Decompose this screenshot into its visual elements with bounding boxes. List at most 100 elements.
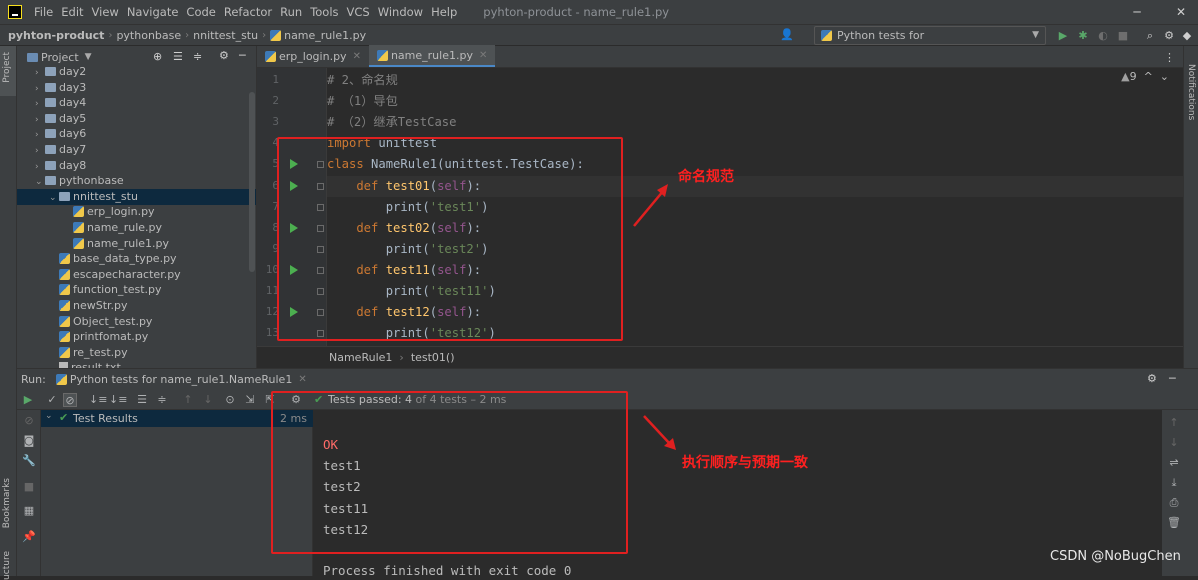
previous-test-icon[interactable]: ↑ [181, 393, 195, 407]
menu-item[interactable]: File [30, 0, 57, 24]
menu-item[interactable]: Run [276, 0, 306, 24]
rerun-icon[interactable]: ▶ [21, 393, 35, 407]
stop-run-icon[interactable]: ⊘ [22, 414, 36, 428]
scroll-down-icon[interactable]: ↓ [1167, 436, 1181, 450]
run-tab-label[interactable]: Python tests for name_rule1.NameRule1 [70, 373, 293, 386]
more-tabs-icon[interactable]: ⋮ [1164, 51, 1175, 64]
project-tree-item[interactable]: › day4 [17, 95, 256, 112]
project-tree-item[interactable]: › day6 [17, 126, 256, 143]
project-tree-item[interactable]: ⌄ nnittest_stu [17, 188, 256, 206]
menu-item[interactable]: Navigate [123, 0, 183, 24]
chevron-right-icon[interactable]: › [35, 143, 45, 159]
project-tree-item[interactable]: › day3 [17, 80, 256, 97]
breadcrumb-project[interactable]: pyhton-product [0, 29, 108, 42]
history-icon[interactable]: ⊙ [223, 393, 237, 407]
project-tree-item[interactable]: › day5 [17, 111, 256, 128]
run-icon[interactable]: ▶ [1056, 29, 1070, 43]
project-tree-item[interactable]: base_data_type.py [17, 251, 256, 267]
tab-erp-login[interactable]: erp_login.py ✕ [257, 45, 369, 67]
menu-item[interactable]: Tools [306, 0, 342, 24]
locate-icon[interactable]: ⊕ [153, 50, 162, 63]
stop-square-icon[interactable]: ■ [22, 480, 36, 494]
close-icon[interactable]: ✕ [1164, 0, 1198, 24]
close-tab-icon[interactable]: ✕ [479, 50, 487, 61]
chevron-down-icon[interactable]: ▼ [85, 52, 92, 62]
camera-icon[interactable]: ◙ [22, 434, 36, 448]
close-run-tab-icon[interactable]: ✕ [298, 374, 306, 385]
breadcrumb-subfolder[interactable]: nnittest_stu [189, 29, 262, 42]
menu-item[interactable]: Edit [57, 0, 87, 24]
project-tree-item[interactable]: printfomat.py [17, 329, 256, 345]
run-options-gear-icon[interactable]: ⚙ [1147, 372, 1157, 385]
bookmarks-tool-label[interactable]: Bookmarks [2, 478, 12, 528]
chevron-down-icon[interactable]: ⌄ [49, 190, 59, 206]
pin-icon[interactable]: 📌 [22, 530, 36, 544]
chevron-right-icon[interactable]: › [35, 112, 45, 128]
menu-item[interactable]: View [88, 0, 123, 24]
chevron-right-icon[interactable]: › [35, 159, 45, 175]
chevron-right-icon[interactable]: › [35, 96, 45, 112]
jetbrains-icon[interactable]: ◆ [1180, 29, 1194, 43]
wrench-icon[interactable]: 🔧 [22, 454, 36, 468]
menu-item[interactable]: Window [374, 0, 427, 24]
scroll-up-icon[interactable]: ↑ [1167, 416, 1181, 430]
project-tree-item[interactable]: function_test.py [17, 282, 256, 298]
project-tree-item[interactable]: escapecharacter.py [17, 267, 256, 283]
inspection-widget[interactable]: ▲9 ^ ⌄ [1121, 70, 1169, 83]
settings-gear-icon[interactable]: ⚙ [1162, 29, 1176, 43]
notifications-tool-label[interactable]: Notifications [1186, 64, 1196, 120]
hide-panel-icon[interactable]: ─ [239, 49, 246, 62]
search-icon[interactable]: ⌕ [1143, 29, 1157, 43]
sort-alpha-icon[interactable]: ↓≡ [89, 393, 107, 407]
breadcrumb-file[interactable]: name_rule1.py [284, 29, 370, 42]
sort-duration-icon[interactable]: ↓≡ [109, 393, 127, 407]
debug-icon[interactable]: ✱ [1076, 29, 1090, 43]
project-tree-item[interactable]: › day2 [17, 64, 256, 80]
menu-item[interactable]: Code [182, 0, 219, 24]
breadcrumb-folder[interactable]: pythonbase [112, 29, 185, 42]
project-tree-item[interactable]: › day7 [17, 142, 256, 159]
chevron-down-icon[interactable]: ⌄ [35, 174, 45, 190]
chevron-right-icon[interactable]: › [35, 81, 45, 97]
scroll-to-end-icon[interactable]: ⤓ [1167, 476, 1181, 490]
project-scrollbar[interactable] [249, 92, 255, 272]
project-tool-label[interactable]: Project [2, 52, 12, 83]
project-tree-item[interactable]: newStr.py [17, 298, 256, 314]
soft-wrap-icon[interactable]: ⇌ [1167, 456, 1181, 470]
project-tree-item[interactable]: › day8 [17, 158, 256, 175]
stop-icon[interactable]: ■ [1116, 29, 1130, 43]
menu-item[interactable]: Help [427, 0, 461, 24]
user-icon[interactable]: 👤 [780, 28, 794, 42]
breadcrumb-method[interactable]: test01() [411, 351, 455, 364]
project-tree-item[interactable]: name_rule.py [17, 220, 256, 236]
close-tab-icon[interactable]: ✕ [353, 51, 361, 62]
project-tree-item[interactable]: re_test.py [17, 345, 256, 361]
tab-name-rule1[interactable]: name_rule1.py ✕ [368, 45, 496, 67]
options-gear-icon[interactable]: ⚙ [219, 49, 229, 62]
collapse-all-icon[interactable]: ≑ [155, 393, 169, 407]
menu-item[interactable]: Refactor [220, 0, 276, 24]
expand-all-icon[interactable]: ☰ [173, 50, 183, 63]
project-tree-item[interactable]: name_rule1.py [17, 236, 256, 252]
chevron-down-icon[interactable]: ⌄ [45, 411, 53, 421]
menu-item[interactable]: VCS [343, 0, 374, 24]
hide-run-icon[interactable]: ─ [1169, 372, 1176, 385]
expand-all-icon[interactable]: ☰ [135, 393, 149, 407]
project-tree-item[interactable]: ⌄ pythonbase [17, 173, 256, 190]
restore-icon[interactable] [1128, 0, 1162, 24]
run-configuration-select[interactable]: Python tests for name_rule1.NameRule1 ▼ [814, 26, 1046, 59]
breadcrumb-class[interactable]: NameRule1 [329, 351, 392, 364]
project-tree-item[interactable]: result.txt [17, 360, 256, 368]
next-test-icon[interactable]: ↓ [201, 393, 215, 407]
print-icon[interactable]: ⎙ [1167, 496, 1181, 510]
import-tests-icon[interactable]: ⇲ [243, 393, 257, 407]
chevron-right-icon[interactable]: › [35, 127, 45, 143]
project-tree-item[interactable]: erp_login.py [17, 204, 256, 220]
project-view-selector[interactable]: Project [41, 51, 79, 64]
coverage-icon[interactable]: ◐ [1096, 29, 1110, 43]
layout-icon[interactable]: ▦ [22, 504, 36, 518]
project-tree-item[interactable]: Object_test.py [17, 314, 256, 330]
show-passed-icon[interactable]: ✓ [45, 393, 59, 407]
clear-console-icon[interactable]: 🗑 [1167, 516, 1181, 530]
collapse-all-icon[interactable]: ≑ [193, 50, 202, 63]
